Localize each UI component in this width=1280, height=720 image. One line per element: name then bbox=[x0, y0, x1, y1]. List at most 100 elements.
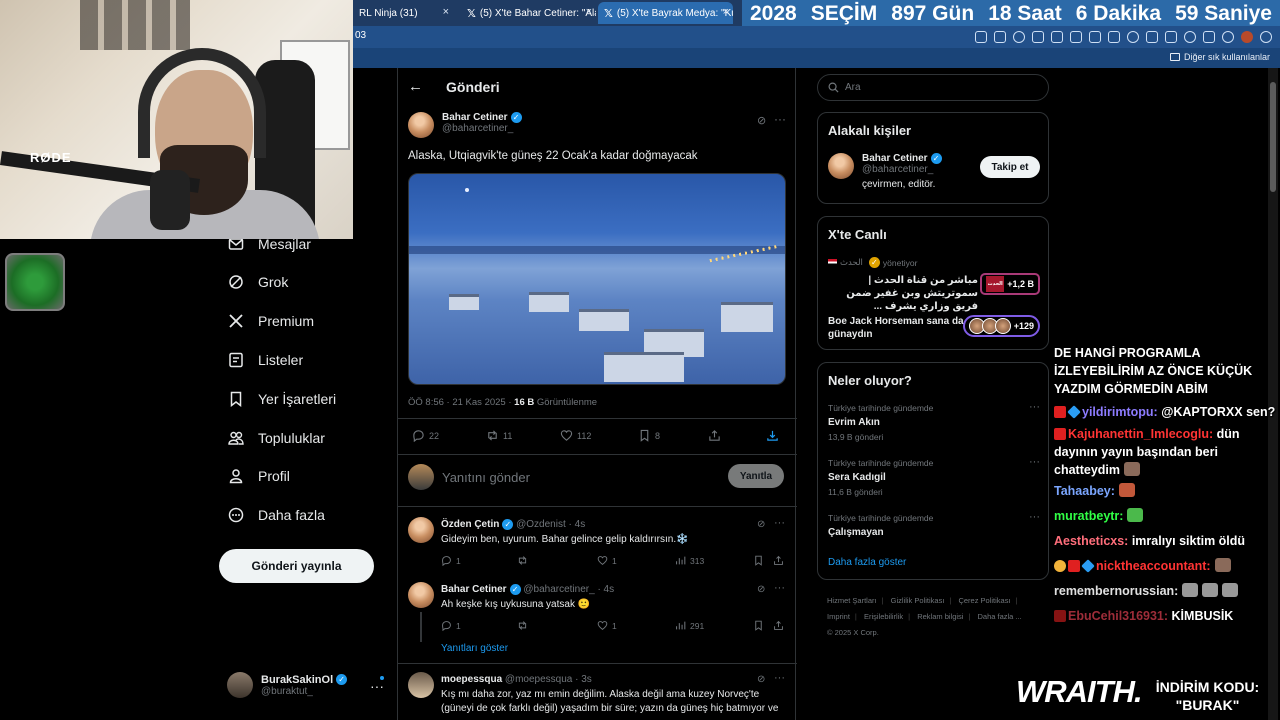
grok-icon[interactable]: ⊘ bbox=[757, 114, 766, 127]
sidebar-item-lists[interactable]: Listeler bbox=[228, 352, 303, 368]
refresh-extension-icon[interactable] bbox=[1127, 31, 1139, 43]
avatar[interactable] bbox=[408, 582, 434, 608]
read-aloud-icon[interactable] bbox=[994, 31, 1006, 43]
tab-close-icon[interactable]: × bbox=[723, 6, 729, 18]
reply-action[interactable]: 1 bbox=[441, 555, 461, 566]
sidebar-item-grok[interactable]: Grok bbox=[228, 274, 288, 290]
retweet-action[interactable]: 11 bbox=[486, 429, 512, 442]
reply-item[interactable]: moepessqua @moepessqua · 3s ⊘ ··· Kış mı… bbox=[398, 672, 797, 720]
reply-action[interactable]: 1 bbox=[441, 620, 461, 631]
extension-icon[interactable] bbox=[1032, 31, 1044, 43]
tweet-author[interactable]: Bahar Cetiner ✓ @baharcetiner_ bbox=[408, 112, 522, 138]
live-item[interactable]: الحدث ✓ yönetiyor مباشر من قناة الحدث | سم… bbox=[828, 257, 1040, 313]
footer-link[interactable]: Reklam bilgisi bbox=[917, 612, 963, 621]
trend-item[interactable]: Türkiye tarihinde gündemde Çalışmayan ··… bbox=[828, 511, 1040, 538]
sidebar-item-communities[interactable]: Topluluklar bbox=[228, 430, 325, 446]
browser-tab[interactable]: RL Ninja (31) × bbox=[353, 2, 453, 24]
retweet-action[interactable] bbox=[517, 555, 528, 566]
browser-tab[interactable]: 𝕏 (5) X'te Bahar Cetiner: "Ala × bbox=[461, 2, 596, 24]
more-icon[interactable]: ··· bbox=[1029, 511, 1040, 523]
live-listeners-badge[interactable]: الحدث +1,2 B bbox=[980, 273, 1040, 295]
back-arrow-icon[interactable]: ← bbox=[408, 78, 423, 95]
extension-icon[interactable] bbox=[1070, 31, 1082, 43]
other-favorites[interactable]: Diğer sık kullanılanlar bbox=[1169, 52, 1270, 62]
reply-action[interactable]: 22 bbox=[412, 429, 439, 442]
search-box[interactable]: Ara bbox=[817, 74, 1049, 101]
live-listeners-badge[interactable]: +129 bbox=[962, 315, 1040, 337]
sidebar-item-profile[interactable]: Profil bbox=[228, 468, 290, 484]
tweet-author-name[interactable]: Bahar Cetiner bbox=[442, 112, 508, 123]
show-replies-link[interactable]: Yanıtları göster bbox=[441, 643, 508, 654]
split-screen-icon[interactable] bbox=[1146, 31, 1158, 43]
bookmark-action[interactable] bbox=[753, 620, 764, 631]
share-action[interactable] bbox=[773, 620, 784, 631]
app-icon[interactable] bbox=[975, 31, 987, 43]
reply-input[interactable]: Yanıtını gönder bbox=[442, 470, 530, 485]
footer-link[interactable]: Hizmet Şartları bbox=[827, 596, 877, 605]
footer-link[interactable]: Gizlilik Politikası bbox=[891, 596, 945, 605]
views-action[interactable]: 291 bbox=[675, 620, 704, 631]
views-action[interactable]: 313 bbox=[675, 555, 704, 566]
more-icon[interactable]: ··· bbox=[774, 582, 785, 594]
extension-icon[interactable] bbox=[1108, 31, 1120, 43]
more-icon[interactable]: ··· bbox=[774, 112, 786, 126]
sidebar-item-more[interactable]: Daha fazla bbox=[228, 507, 325, 523]
footer-link[interactable]: Çerez Politikası bbox=[958, 596, 1010, 605]
related-person[interactable]: Bahar Cetiner ✓ @baharcetiner_ çevirmen, … bbox=[828, 153, 942, 190]
collections-icon[interactable] bbox=[1203, 31, 1215, 43]
post-button[interactable]: Gönderi yayınla bbox=[219, 549, 374, 583]
tab-close-icon[interactable]: × bbox=[443, 6, 449, 18]
reply-button[interactable]: Yanıtla bbox=[728, 464, 784, 488]
reply-author-name[interactable]: Bahar Cetiner bbox=[441, 584, 507, 595]
extension-icon[interactable] bbox=[1051, 31, 1063, 43]
reply-author-name[interactable]: moepessqua bbox=[441, 674, 502, 685]
settings-more-icon[interactable] bbox=[1260, 31, 1272, 43]
tweet-image[interactable] bbox=[408, 173, 786, 385]
sidebar-item-bookmarks[interactable]: Yer İşaretleri bbox=[228, 391, 336, 407]
favorite-star-icon[interactable] bbox=[1013, 31, 1025, 43]
sidebar-item-premium[interactable]: Premium bbox=[228, 313, 314, 329]
grok-icon[interactable]: ⊘ bbox=[757, 519, 765, 530]
browser-essentials-icon[interactable] bbox=[1184, 31, 1196, 43]
trend-item[interactable]: Türkiye tarihinde gündemde Evrim Akın 13… bbox=[828, 401, 1040, 442]
bookmark-action[interactable] bbox=[753, 555, 764, 566]
avatar[interactable] bbox=[408, 672, 434, 698]
like-action[interactable]: 1 bbox=[597, 555, 617, 566]
more-icon[interactable]: ··· bbox=[774, 517, 785, 529]
avatar[interactable] bbox=[828, 153, 854, 179]
tweet-time[interactable]: ÖÖ 8:56 · 21 Kas 2025 · bbox=[408, 397, 514, 408]
share-action[interactable] bbox=[708, 429, 721, 442]
reply-author-handle[interactable]: @moepessqua · 3s bbox=[505, 674, 592, 685]
bookmark-action[interactable]: 8 bbox=[638, 429, 660, 442]
related-handle[interactable]: @baharcetiner_ bbox=[862, 164, 942, 175]
scrollbar-thumb[interactable] bbox=[1270, 82, 1276, 192]
more-icon[interactable]: ··· bbox=[1029, 401, 1040, 413]
tab-close-icon[interactable]: × bbox=[586, 6, 592, 18]
retweet-action[interactable] bbox=[517, 620, 528, 631]
account-more-icon[interactable]: ··· bbox=[370, 678, 384, 694]
more-icon[interactable]: ··· bbox=[774, 672, 785, 684]
reply-author-handle[interactable]: @baharcetiner_ · 4s bbox=[523, 584, 614, 595]
grok-icon[interactable]: ⊘ bbox=[757, 584, 765, 595]
trend-item[interactable]: Türkiye tarihinde gündemde Sera Kadıgil … bbox=[828, 456, 1040, 497]
grok-icon[interactable]: ⊘ bbox=[757, 674, 765, 685]
favorites-icon[interactable] bbox=[1165, 31, 1177, 43]
profile-avatar-icon[interactable] bbox=[1241, 31, 1253, 43]
related-name[interactable]: Bahar Cetiner bbox=[862, 153, 928, 164]
download-action[interactable] bbox=[766, 429, 779, 442]
copilot-icon[interactable] bbox=[1222, 31, 1234, 43]
search-input[interactable]: Ara bbox=[845, 82, 861, 93]
footer-link[interactable]: Imprint bbox=[827, 612, 850, 621]
more-icon[interactable]: ··· bbox=[1029, 456, 1040, 468]
live-item[interactable]: Boe Jack Horseman sana da günaydın +129 bbox=[828, 315, 1040, 341]
avatar[interactable] bbox=[408, 112, 434, 138]
extension-icon[interactable] bbox=[1089, 31, 1101, 43]
browser-tab-active[interactable]: 𝕏 (5) X'te Bayrak Medya: "Ku × bbox=[598, 2, 733, 24]
url-text[interactable]: 03 bbox=[355, 30, 366, 41]
follow-button[interactable]: Takip et bbox=[980, 156, 1040, 178]
account-switcher[interactable]: BurakSakinOl ✓ @buraktut_ bbox=[227, 672, 348, 698]
like-action[interactable]: 112 bbox=[560, 429, 591, 442]
footer-link[interactable]: Daha fazla ... bbox=[978, 612, 1022, 621]
show-more-link[interactable]: Daha fazla göster bbox=[828, 557, 906, 568]
share-action[interactable] bbox=[773, 555, 784, 566]
